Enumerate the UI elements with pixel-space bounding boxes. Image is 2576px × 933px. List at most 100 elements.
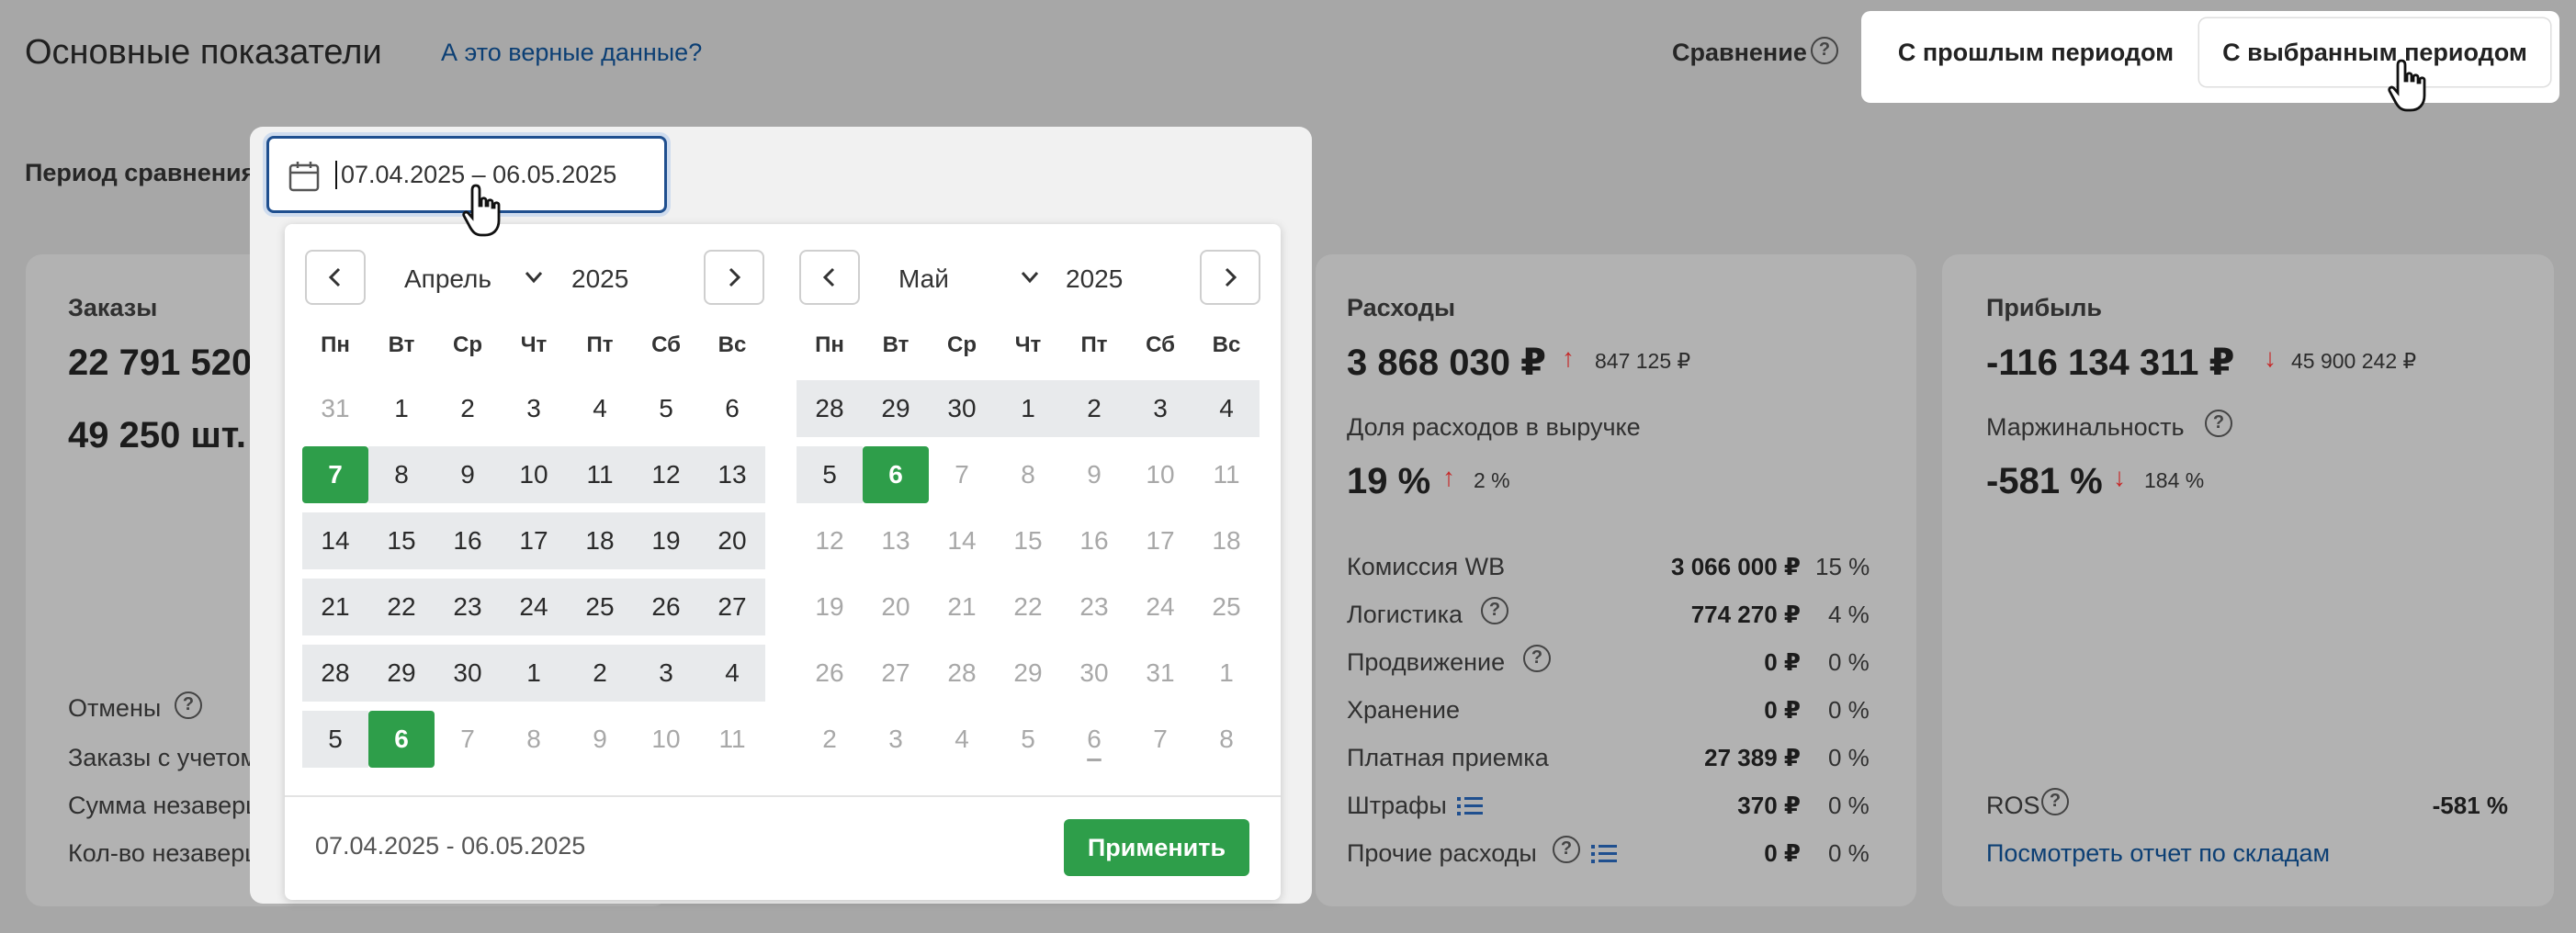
calendar-day-range-end[interactable]: 6 bbox=[368, 711, 435, 768]
help-circle-icon[interactable]: ? bbox=[175, 691, 202, 719]
calendar-day[interactable]: 21 bbox=[929, 579, 995, 635]
calendar-day[interactable]: 24 bbox=[501, 579, 567, 635]
calendar-day[interactable]: 4 bbox=[1193, 380, 1260, 437]
calendar-day[interactable]: 25 bbox=[1193, 579, 1260, 635]
calendar-day[interactable]: 1 bbox=[995, 380, 1061, 437]
help-circle-icon[interactable]: ? bbox=[1553, 836, 1580, 863]
calendar-day[interactable]: 20 bbox=[863, 579, 929, 635]
calendar-day[interactable]: 27 bbox=[699, 579, 765, 635]
calendar-day[interactable]: 22 bbox=[368, 579, 435, 635]
calendar-day[interactable]: 8 bbox=[368, 446, 435, 503]
calendar-day[interactable]: 2 bbox=[567, 645, 633, 702]
calendar-day[interactable]: 29 bbox=[995, 645, 1061, 702]
calendar-day[interactable]: 2 bbox=[1061, 380, 1127, 437]
calendar-day[interactable]: 23 bbox=[1061, 579, 1127, 635]
help-circle-icon[interactable]: ? bbox=[1481, 597, 1508, 624]
calendar-day[interactable]: 12 bbox=[633, 446, 699, 503]
help-circle-icon[interactable]: ? bbox=[2041, 788, 2069, 815]
calendar-day[interactable]: 24 bbox=[1127, 579, 1193, 635]
calendar-day[interactable]: 30 bbox=[929, 380, 995, 437]
calendar-day[interactable]: 12 bbox=[797, 512, 863, 569]
prev-month-button[interactable] bbox=[305, 250, 366, 305]
right-year[interactable]: 2025 bbox=[1066, 264, 1123, 294]
next-month-button[interactable] bbox=[1200, 250, 1260, 305]
calendar-day[interactable]: 18 bbox=[1193, 512, 1260, 569]
compare-prev-period-button[interactable]: С прошлым периодом bbox=[1874, 18, 2198, 86]
calendar-day[interactable]: 9 bbox=[435, 446, 501, 503]
calendar-day[interactable]: 3 bbox=[633, 645, 699, 702]
help-circle-icon[interactable]: ? bbox=[1523, 645, 1551, 672]
calendar-day[interactable]: 19 bbox=[797, 579, 863, 635]
calendar-day[interactable]: 14 bbox=[929, 512, 995, 569]
calendar-day[interactable]: 8 bbox=[1193, 711, 1260, 768]
calendar-day[interactable]: 18 bbox=[567, 512, 633, 569]
calendar-day[interactable]: 11 bbox=[1193, 446, 1260, 503]
calendar-day[interactable]: 1 bbox=[368, 380, 435, 437]
right-month-select[interactable]: Май bbox=[898, 264, 949, 294]
help-circle-icon[interactable]: ? bbox=[1811, 37, 1838, 64]
calendar-day[interactable]: 30 bbox=[1061, 645, 1127, 702]
calendar-day[interactable]: 1 bbox=[1193, 645, 1260, 702]
calendar-day[interactable]: 2 bbox=[797, 711, 863, 768]
calendar-day[interactable]: 31 bbox=[1127, 645, 1193, 702]
calendar-day[interactable]: 10 bbox=[501, 446, 567, 503]
calendar-day[interactable]: 30 bbox=[435, 645, 501, 702]
calendar-day[interactable]: 26 bbox=[633, 579, 699, 635]
calendar-day[interactable]: 20 bbox=[699, 512, 765, 569]
warehouse-report-link[interactable]: Посмотреть отчет по складам bbox=[1986, 839, 2330, 868]
next-month-button[interactable] bbox=[704, 250, 764, 305]
calendar-day[interactable]: 3 bbox=[1127, 380, 1193, 437]
calendar-day[interactable]: 14 bbox=[302, 512, 368, 569]
calendar-day[interactable]: 5 bbox=[633, 380, 699, 437]
compare-selected-period-button[interactable]: С выбранным периодом bbox=[2199, 18, 2550, 86]
calendar-day[interactable]: 11 bbox=[699, 711, 765, 768]
calendar-day[interactable]: 7 bbox=[929, 446, 995, 503]
prev-month-button[interactable] bbox=[799, 250, 860, 305]
calendar-day[interactable]: 11 bbox=[567, 446, 633, 503]
calendar-day[interactable]: 9 bbox=[567, 711, 633, 768]
calendar-day[interactable]: 22 bbox=[995, 579, 1061, 635]
calendar-day[interactable]: 7 bbox=[1127, 711, 1193, 768]
left-month-select[interactable]: Апрель bbox=[404, 264, 491, 294]
calendar-day[interactable]: 25 bbox=[567, 579, 633, 635]
calendar-day[interactable]: 21 bbox=[302, 579, 368, 635]
calendar-day[interactable]: 15 bbox=[368, 512, 435, 569]
left-year[interactable]: 2025 bbox=[571, 264, 628, 294]
calendar-day[interactable]: 23 bbox=[435, 579, 501, 635]
calendar-day[interactable]: 10 bbox=[1127, 446, 1193, 503]
calendar-day[interactable]: 13 bbox=[863, 512, 929, 569]
calendar-day[interactable]: 31 bbox=[302, 380, 368, 437]
calendar-day[interactable]: 4 bbox=[567, 380, 633, 437]
calendar-day[interactable]: 29 bbox=[368, 645, 435, 702]
calendar-day[interactable]: 16 bbox=[435, 512, 501, 569]
calendar-day[interactable]: 13 bbox=[699, 446, 765, 503]
calendar-day[interactable]: 19 bbox=[633, 512, 699, 569]
calendar-day[interactable]: 27 bbox=[863, 645, 929, 702]
calendar-day[interactable]: 4 bbox=[929, 711, 995, 768]
calendar-day[interactable]: 8 bbox=[995, 446, 1061, 503]
calendar-day-range-end[interactable]: 6 bbox=[863, 446, 929, 503]
calendar-day[interactable]: 3 bbox=[863, 711, 929, 768]
calendar-day-today[interactable]: 6 bbox=[1061, 711, 1127, 768]
calendar-day[interactable]: 28 bbox=[929, 645, 995, 702]
calendar-day[interactable]: 26 bbox=[797, 645, 863, 702]
calendar-day[interactable]: 7 bbox=[435, 711, 501, 768]
list-icon[interactable] bbox=[1457, 795, 1485, 817]
calendar-day[interactable]: 28 bbox=[302, 645, 368, 702]
calendar-day[interactable]: 6 bbox=[699, 380, 765, 437]
calendar-day[interactable]: 1 bbox=[501, 645, 567, 702]
calendar-day[interactable]: 2 bbox=[435, 380, 501, 437]
calendar-day[interactable]: 16 bbox=[1061, 512, 1127, 569]
calendar-day-range-start[interactable]: 7 bbox=[302, 446, 368, 503]
calendar-day[interactable]: 17 bbox=[1127, 512, 1193, 569]
calendar-day[interactable]: 5 bbox=[797, 446, 863, 503]
calendar-day[interactable]: 5 bbox=[995, 711, 1061, 768]
calendar-day[interactable]: 17 bbox=[501, 512, 567, 569]
calendar-day[interactable]: 29 bbox=[863, 380, 929, 437]
calendar-day[interactable]: 9 bbox=[1061, 446, 1127, 503]
calendar-day[interactable]: 8 bbox=[501, 711, 567, 768]
calendar-day[interactable]: 3 bbox=[501, 380, 567, 437]
calendar-day[interactable]: 28 bbox=[797, 380, 863, 437]
calendar-day[interactable]: 15 bbox=[995, 512, 1061, 569]
apply-button[interactable]: Применить bbox=[1064, 819, 1249, 876]
